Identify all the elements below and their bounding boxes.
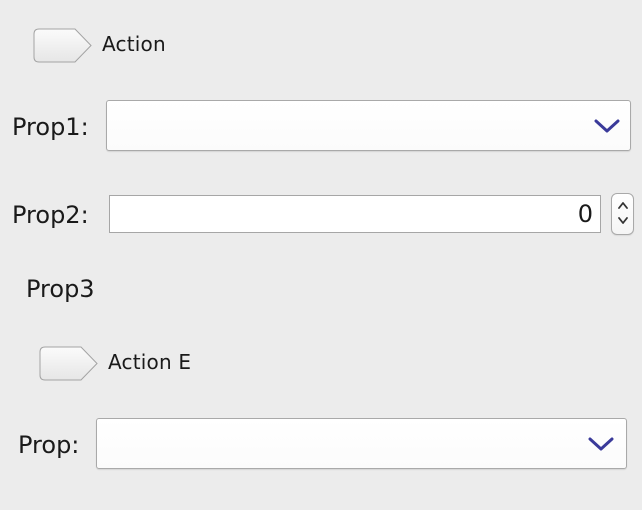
chevron-down-icon	[588, 436, 614, 452]
chevron-down-icon	[617, 217, 628, 224]
prop-combobox[interactable]	[96, 418, 627, 469]
spinner-up-button[interactable]	[612, 194, 633, 214]
action-e-button[interactable]	[39, 346, 99, 381]
action-label: Action	[102, 32, 166, 56]
action-button[interactable]	[33, 28, 93, 63]
chevron-up-icon	[617, 202, 628, 209]
action-e-label: Action E	[108, 350, 192, 374]
chevron-down-icon	[594, 118, 620, 134]
spinner-down-button[interactable]	[612, 214, 633, 234]
prop3-label: Prop3	[26, 275, 95, 303]
prop1-label: Prop1:	[12, 113, 89, 141]
prop2-spinner[interactable]	[611, 193, 634, 235]
prop-label: Prop:	[18, 431, 80, 459]
prop2-label: Prop2:	[12, 201, 89, 229]
prop2-number-field[interactable]: 0	[109, 195, 601, 233]
prop1-combobox[interactable]	[106, 100, 631, 151]
